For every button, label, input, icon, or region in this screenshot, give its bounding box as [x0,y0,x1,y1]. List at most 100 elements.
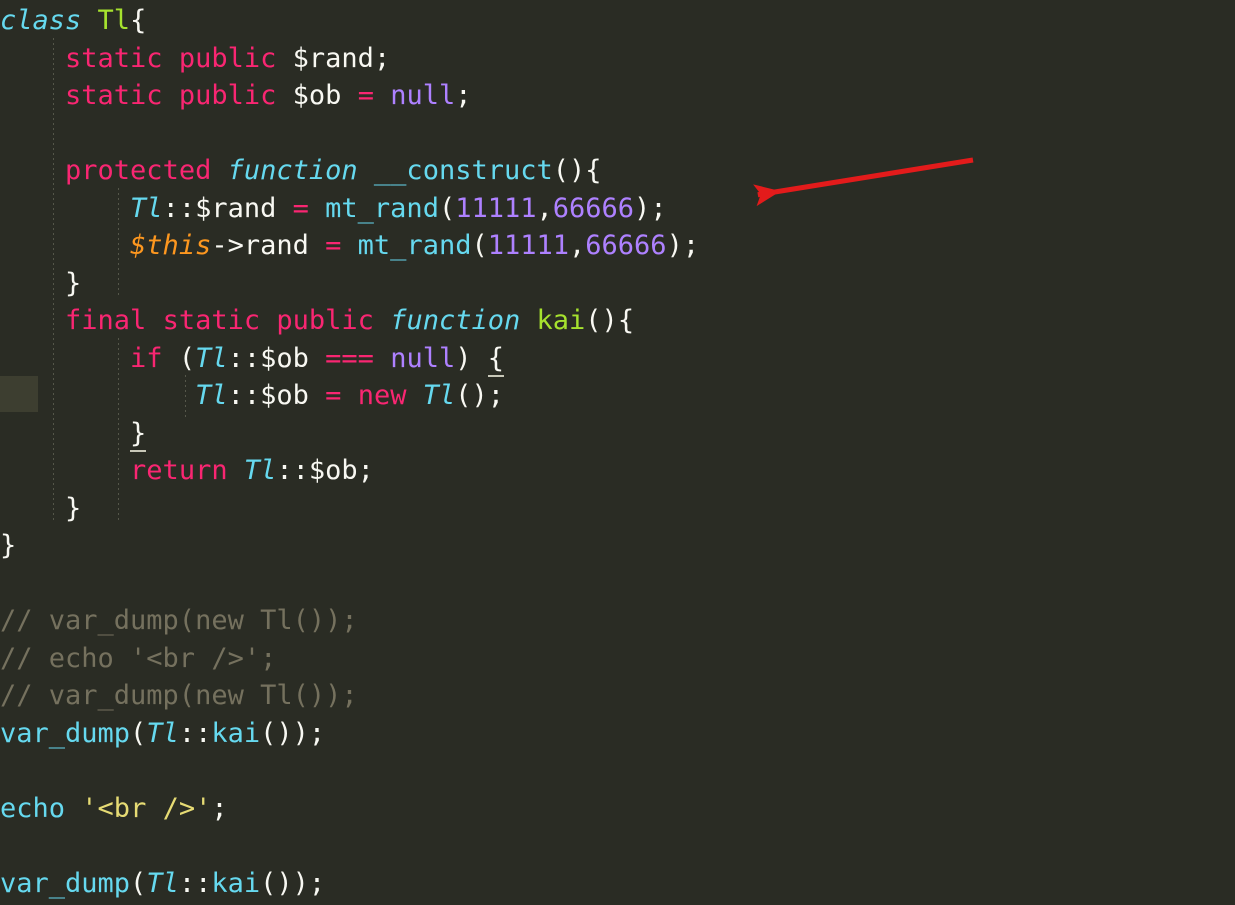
token-func: mt_rand [325,192,439,224]
token-punct: ) [292,867,309,899]
token-class: Tl [422,380,456,411]
code-line[interactable] [0,565,1235,603]
token-punct: ) [455,342,472,374]
token-punct: () [552,155,586,186]
token-punct: { [130,5,147,36]
token-var: $rand [195,192,277,224]
token-punct: ) [666,230,683,261]
token-kw-ital: function [227,155,358,186]
code-line[interactable] [0,115,1235,153]
token-keyword: static [65,80,163,111]
token-type: kai [536,305,586,336]
token-var: $rand [292,42,374,74]
token-keyword: final [65,305,147,336]
token-punct: :: [276,455,309,486]
token-var: $ob [292,80,342,111]
token-punct: { [585,155,602,186]
token-punct: ; [487,380,505,411]
token-punct: ; [373,42,391,74]
code-line[interactable]: return Tl::$ob; [0,452,1235,490]
code-line[interactable]: if (Tl::$ob === null) { [0,340,1235,378]
code-line[interactable]: // var_dump(new Tl()); [0,602,1235,640]
token-comment: // var_dump(new Tl()); [0,605,358,636]
token-op: = [357,80,374,111]
token-func: mt_rand [357,230,472,261]
token-func: echo [0,792,66,824]
token-punct: ( [130,717,147,749]
token-this: $this [130,230,212,261]
token-punct: ; [211,792,228,824]
code-line[interactable]: static public $ob = null; [0,77,1235,115]
token-func: var_dump [0,717,131,749]
token-punct: } [0,530,17,561]
code-line[interactable]: Tl::$rand = mt_rand(11111,66666); [0,190,1235,228]
token-comment: // var_dump(new Tl()); [0,680,358,711]
code-line[interactable] [0,827,1235,865]
code-line[interactable]: // echo '<br />'; [0,640,1235,678]
token-punct: ; [682,230,700,261]
token-num: 11111 [455,192,537,224]
code-line[interactable]: } [0,415,1235,453]
token-class: Tl [243,455,277,486]
code-line[interactable]: var_dump(Tl::kai()); [0,715,1235,753]
token-kw-ital: function [390,305,521,336]
code-line[interactable]: $this->rand = mt_rand(11111,66666); [0,227,1235,265]
token-punct: () [260,867,293,899]
code-line[interactable]: final static public function kai(){ [0,302,1235,340]
token-punct: } [65,492,82,524]
token-num: 11111 [487,230,570,261]
token-punct: , [536,192,553,224]
token-const: null [390,80,456,111]
code-line[interactable]: } [0,527,1235,565]
code-line[interactable]: protected function __construct(){ [0,152,1235,190]
token-func: kai [211,867,261,899]
token-keyword: protected [65,155,212,186]
code-line[interactable]: } [0,490,1235,528]
token-punct: ) [292,717,309,749]
code-line[interactable]: var_dump(Tl::kai()); [0,865,1235,903]
token-class: Tl [195,380,228,411]
code-line[interactable] [0,752,1235,790]
token-punct: ; [357,455,374,486]
token-var: $ob [260,342,309,374]
code-content[interactable]: class Tl{ static public $rand; static pu… [0,0,1235,902]
code-line[interactable]: Tl::$ob = new Tl(); [0,377,1235,415]
code-line[interactable]: class Tl{ [0,2,1235,40]
token-num: 66666 [585,230,667,261]
code-line[interactable]: // var_dump(new Tl()); [0,677,1235,715]
code-line[interactable]: } [0,265,1235,303]
code-line[interactable]: echo '<br />'; [0,790,1235,828]
token-punct: :: [227,342,261,374]
token-comment: // echo '<br />'; [0,642,277,674]
code-editor[interactable]: class Tl{ static public $rand; static pu… [0,0,1235,905]
code-line[interactable]: static public $rand; [0,40,1235,78]
token-func: kai [211,717,261,749]
token-punct: ( [178,342,196,374]
token-keyword: public [178,42,277,74]
token-keyword: if [130,342,163,374]
token-punct: () [585,305,618,336]
